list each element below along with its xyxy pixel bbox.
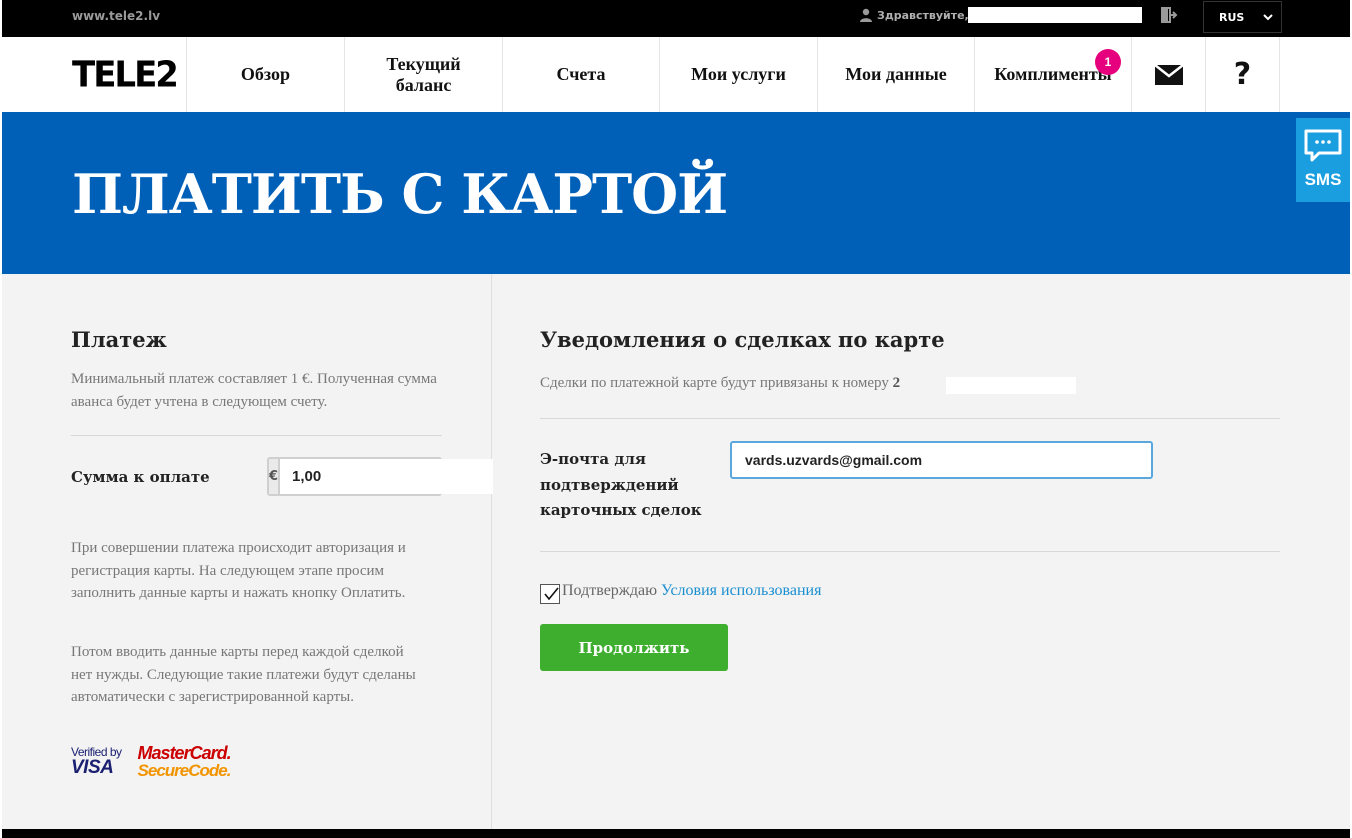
verified-by-visa-logo: Verified by VISA [71, 745, 122, 778]
phone-number-mask [946, 377, 1076, 394]
linked-text: Сделки по платежной карте будут привязан… [540, 375, 889, 391]
confirm-text: Подтверждаю [562, 582, 658, 599]
greeting-text: Здравствуйте, [877, 8, 969, 22]
page-title: ПЛАТИТЬ С КАРТОЙ [72, 162, 728, 226]
nav-divider [1279, 37, 1280, 112]
chevron-down-icon [1263, 14, 1273, 21]
min-payment-note: Минимальный платеж составляет 1 €. Получ… [71, 371, 437, 410]
footer-bar [2, 829, 1350, 838]
authorization-info: При совершении платежа происходит автори… [71, 540, 406, 601]
nav-item-overview[interactable]: Обзор [186, 37, 344, 112]
user-name-field [968, 7, 1142, 23]
notifications-heading: Уведомления о сделках по карте [540, 327, 945, 352]
terms-link[interactable]: Условия использования [661, 582, 821, 599]
amount-input[interactable] [280, 459, 494, 494]
divider [540, 418, 1280, 419]
nav-item-label: Текущий баланс [386, 53, 461, 95]
divider [71, 435, 442, 436]
nav-item-label: Комплименты [994, 64, 1112, 84]
nav-item-label: Обзор [240, 64, 291, 84]
email-label: Э-почта для подтверждений карточных сдел… [540, 450, 702, 519]
terms-checkbox[interactable] [540, 584, 560, 604]
linked-number: 2 [892, 375, 901, 391]
mastercard-securecode-logo: MasterCard. SecureCode. [137, 743, 232, 780]
terms-text: Подтверждаю Условия использования [562, 582, 821, 600]
checkmark-icon [544, 587, 559, 601]
main-nav: TELE2 Обзор Текущий баланс Счета Мои усл… [2, 37, 1350, 112]
top-bar: www.tele2.lv Здравствуйте, RUS [2, 0, 1350, 37]
user-icon [860, 8, 872, 22]
card-security-logos: Verified by VISA MasterCard. SecureCode. [71, 743, 232, 780]
continue-button[interactable]: Продолжить [540, 624, 728, 671]
amount-field-group: € [267, 457, 494, 496]
column-divider [491, 274, 492, 829]
notification-badge: 1 [1095, 49, 1121, 75]
nav-item-compliments[interactable]: Комплименты 1 [974, 37, 1131, 112]
site-url-link[interactable]: www.tele2.lv [72, 9, 160, 23]
content-area: Платеж Минимальный платеж составляет 1 €… [2, 274, 1350, 829]
sms-chat-tab[interactable]: SMS [1296, 118, 1350, 202]
greeting: Здравствуйте, [859, 8, 969, 22]
payment-heading: Платеж [71, 327, 167, 352]
nav-item-label: Счета [556, 64, 606, 84]
language-select[interactable]: RUS [1203, 1, 1282, 33]
nav-item-label: Мои услуги [691, 64, 786, 84]
nav-item-label: Мои данные [845, 64, 947, 84]
divider [540, 551, 1280, 552]
chat-bubble-icon [1304, 129, 1342, 162]
currency-addon: € [269, 459, 281, 494]
hero-banner: ПЛАТИТЬ С КАРТОЙ [2, 112, 1350, 274]
sms-label: SMS [1304, 170, 1342, 189]
nav-item-my-services[interactable]: Мои услуги [659, 37, 817, 112]
email-input[interactable] [730, 441, 1153, 479]
envelope-icon [1154, 64, 1183, 85]
nav-item-my-data[interactable]: Мои данные [817, 37, 974, 112]
amount-label: Сумма к оплате [71, 468, 210, 486]
nav-item-current-balance[interactable]: Текущий баланс [344, 37, 502, 112]
help-icon: ? [1233, 57, 1252, 92]
logout-icon[interactable] [1160, 6, 1178, 24]
linked-number-text: Сделки по платежной карте будут привязан… [540, 375, 900, 392]
nav-item-invoices[interactable]: Счета [502, 37, 659, 112]
nav-item-mail[interactable] [1131, 37, 1205, 112]
tele2-logo[interactable]: TELE2 [72, 54, 179, 96]
nav-item-help[interactable]: ? [1205, 37, 1279, 112]
auto-payment-info: Потом вводить данные карты перед каждой … [71, 644, 416, 705]
language-value: RUS [1219, 10, 1245, 24]
